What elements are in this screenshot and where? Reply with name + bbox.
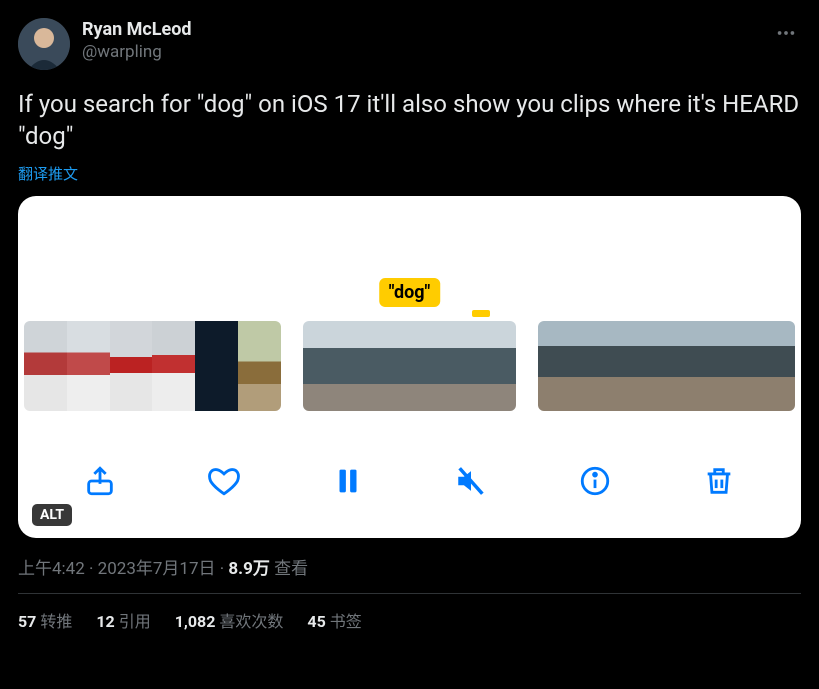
heart-icon[interactable] (204, 461, 244, 501)
video-timeline[interactable] (18, 321, 801, 411)
quotes-stat[interactable]: 12 引用 (96, 608, 150, 632)
timeline-frame (431, 321, 474, 411)
translate-link[interactable]: 翻译推文 (18, 163, 78, 184)
timeline-frame (667, 321, 710, 411)
timeline-frame (388, 321, 431, 411)
more-icon[interactable] (771, 18, 801, 53)
mute-icon[interactable] (451, 461, 491, 501)
views-label: 查看 (270, 559, 308, 579)
author-name[interactable]: Ryan McLeod (82, 18, 192, 41)
likes-label: 喜欢次数 (219, 612, 283, 631)
timeline-frame (709, 321, 752, 411)
tweet-date[interactable]: 2023年7月17日 (98, 559, 216, 579)
timeline-frame (303, 321, 346, 411)
bookmarks-stat[interactable]: 45 书签 (307, 608, 361, 632)
alt-badge[interactable]: ALT (32, 504, 72, 526)
info-icon[interactable] (575, 461, 615, 501)
timeline-frame (345, 321, 388, 411)
clip-group[interactable] (303, 321, 517, 411)
likes-stat[interactable]: 1,082喜欢次数 (175, 608, 284, 632)
trash-icon[interactable] (699, 461, 739, 501)
tweet-stats: 57转推 12 引用 1,082喜欢次数 45 书签 (18, 594, 801, 632)
timeline-frame (538, 321, 581, 411)
tweet-header: Ryan McLeod @warpling (18, 18, 801, 70)
clip-group[interactable] (24, 321, 281, 411)
search-tooltip: "dog" (379, 278, 441, 307)
timeline-frame (67, 321, 110, 411)
timeline-frame (752, 321, 795, 411)
bookmarks-count: 45 (307, 612, 325, 631)
tweet-text: If you search for "dog" on iOS 17 it'll … (18, 88, 801, 153)
meta-separator: · (216, 559, 229, 579)
tweet-meta: 上午4:42 · 2023年7月17日 · 8.9万 查看 (18, 554, 801, 579)
views-count: 8.9万 (228, 559, 269, 579)
clip-group[interactable] (538, 321, 795, 411)
retweets-label: 转推 (40, 612, 72, 631)
author-handle[interactable]: @warpling (82, 41, 192, 63)
timeline-frame (238, 321, 281, 411)
pause-icon[interactable] (328, 461, 368, 501)
quotes-count: 12 (96, 612, 114, 631)
bookmarks-label: 书签 (330, 612, 362, 631)
timeline-frame (474, 321, 517, 411)
timeline-frame (152, 321, 195, 411)
retweets-stat[interactable]: 57转推 (18, 608, 72, 632)
share-icon[interactable] (80, 461, 120, 501)
tweet-container: Ryan McLeod @warpling If you search for … (0, 0, 819, 642)
timeline-frame (24, 321, 67, 411)
quotes-label: 引用 (119, 612, 151, 631)
meta-separator: · (85, 559, 98, 579)
tweet-time[interactable]: 上午4:42 (18, 559, 85, 579)
user-info: Ryan McLeod @warpling (82, 18, 192, 63)
timeline-frame (581, 321, 624, 411)
video-toolbar (18, 452, 801, 510)
timeline-frame (195, 321, 238, 411)
media-card[interactable]: "dog" (18, 196, 801, 538)
likes-count: 1,082 (175, 612, 216, 631)
avatar[interactable] (18, 18, 70, 70)
timeline-frame (110, 321, 153, 411)
timeline-marker (472, 310, 490, 317)
timeline-frame (624, 321, 667, 411)
retweets-count: 57 (18, 612, 36, 631)
